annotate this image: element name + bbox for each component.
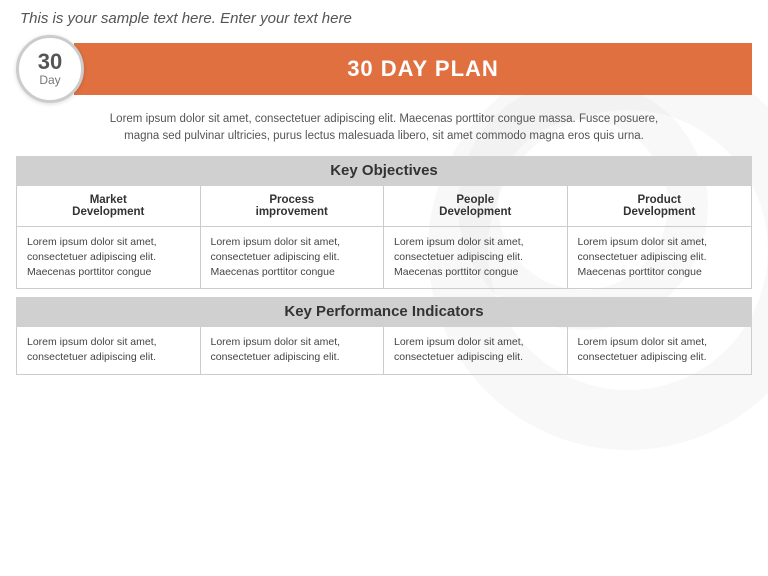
col-header-market: MarketDevelopment — [17, 186, 201, 226]
kpi-cell-0: Lorem ipsum dolor sit amet, consectetuer… — [17, 327, 201, 373]
kpi-cell-1: Lorem ipsum dolor sit amet, consectetuer… — [201, 327, 385, 373]
kpi-content-row: Lorem ipsum dolor sit amet, consectetuer… — [17, 327, 751, 373]
objectives-cell-0: Lorem ipsum dolor sit amet, consectetuer… — [17, 227, 201, 289]
kpi-table: Lorem ipsum dolor sit amet, consectetuer… — [16, 327, 752, 374]
objectives-cell-2: Lorem ipsum dolor sit amet, consectetuer… — [384, 227, 568, 289]
day-badge: 30 Day — [16, 35, 84, 103]
kpi-cell-2: Lorem ipsum dolor sit amet, consectetuer… — [384, 327, 568, 373]
kpi-header: Key Performance Indicators — [16, 297, 752, 327]
header-section: 30 Day 30 DAY PLAN — [16, 35, 752, 103]
objectives-content-row: Lorem ipsum dolor sit amet, consectetuer… — [17, 227, 751, 289]
col-header-people: PeopleDevelopment — [384, 186, 568, 226]
banner-title: 30 DAY PLAN — [347, 56, 499, 82]
plan-description: Lorem ipsum dolor sit amet, consectetuer… — [100, 111, 668, 146]
key-objectives-title: Key Objectives — [330, 162, 438, 179]
key-objectives-header: Key Objectives — [16, 156, 752, 186]
content-area: This is your sample text here. Enter you… — [0, 0, 768, 375]
objectives-table: MarketDevelopment Processimprovement Peo… — [16, 186, 752, 290]
header-banner: 30 DAY PLAN — [74, 43, 752, 95]
kpi-title: Key Performance Indicators — [284, 303, 483, 320]
objectives-col-headers: MarketDevelopment Processimprovement Peo… — [17, 186, 751, 227]
objectives-cell-1: Lorem ipsum dolor sit amet, consectetuer… — [201, 227, 385, 289]
objectives-cell-3: Lorem ipsum dolor sit amet, consectetuer… — [568, 227, 752, 289]
col-header-process: Processimprovement — [201, 186, 385, 226]
day-number: 30 — [38, 51, 62, 73]
sample-text: This is your sample text here. Enter you… — [0, 0, 768, 35]
col-header-product: ProductDevelopment — [568, 186, 752, 226]
day-label: Day — [39, 73, 60, 87]
page: This is your sample text here. Enter you… — [0, 0, 768, 576]
kpi-cell-3: Lorem ipsum dolor sit amet, consectetuer… — [568, 327, 752, 373]
